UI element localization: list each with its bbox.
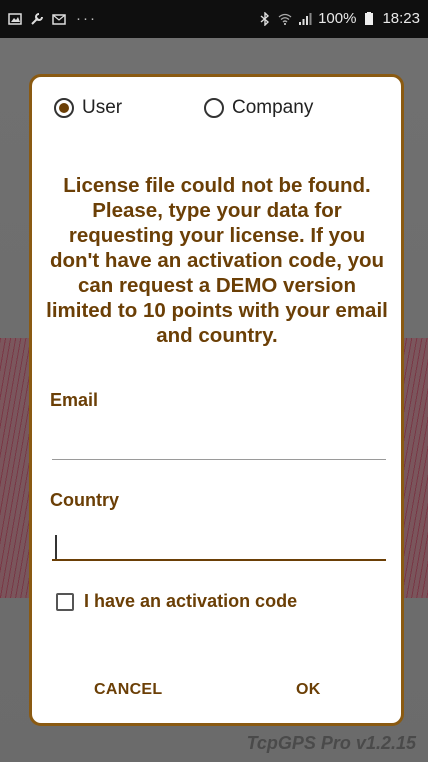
status-bar-left: ··· (8, 10, 97, 27)
email-icon (52, 13, 66, 25)
status-bar-right: 100% 18:23 (258, 10, 420, 27)
radio-user[interactable]: User (54, 97, 122, 119)
more-notifications-dots: ··· (76, 10, 97, 27)
signal-icon (299, 12, 312, 25)
app-version-label: TcpGPS Pro v1.2.15 (246, 733, 416, 753)
country-field[interactable] (52, 529, 386, 561)
cancel-button[interactable]: CANCEL (84, 675, 172, 705)
account-type-radio-group: User Company (54, 97, 384, 127)
ok-button[interactable]: OK (286, 675, 331, 705)
email-label: Email (50, 390, 99, 410)
activation-code-checkbox[interactable] (56, 592, 74, 611)
activation-code-checkbox-row[interactable]: I have an activation code (56, 591, 297, 612)
image-icon (8, 12, 22, 25)
license-message: License file could not be found. Please,… (46, 174, 388, 347)
radio-company-circle[interactable] (204, 98, 224, 118)
activation-code-label[interactable]: I have an activation code (84, 591, 297, 612)
radio-user-circle[interactable] (54, 98, 74, 118)
email-field[interactable] (52, 429, 386, 460)
radio-user-label: User (82, 97, 123, 118)
status-bar: ··· 100% 18:23 (0, 0, 428, 38)
wrench-icon (31, 12, 43, 25)
battery-percent: 100% (318, 10, 357, 27)
battery-icon (365, 11, 374, 25)
country-label: Country (50, 490, 119, 510)
clock: 18:23 (382, 10, 420, 27)
radio-company[interactable]: Company (204, 97, 313, 119)
wifi-icon (278, 13, 292, 25)
radio-company-label: Company (232, 97, 314, 118)
bluetooth-icon (260, 11, 270, 26)
text-cursor (55, 535, 57, 559)
license-dialog: User Company License file could not be f… (29, 74, 404, 726)
